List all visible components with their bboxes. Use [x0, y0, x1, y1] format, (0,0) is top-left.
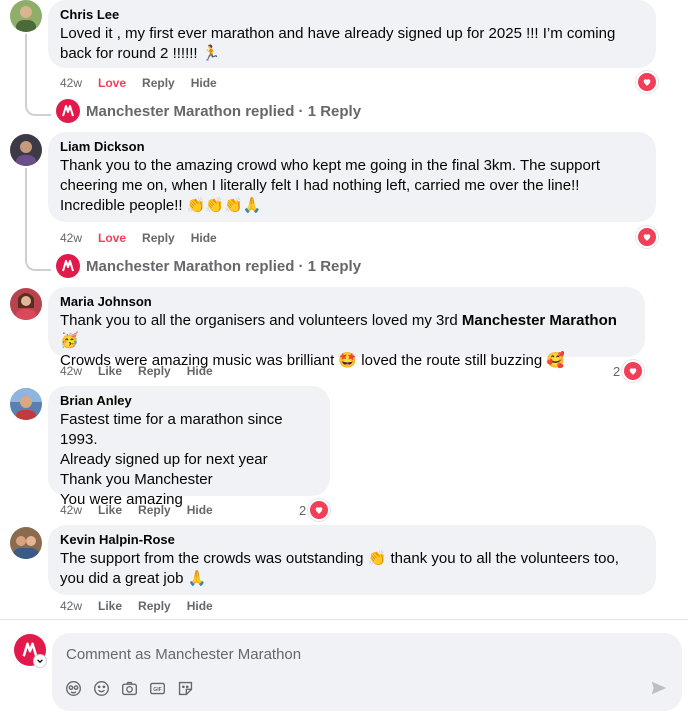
comment-line: Thank you to all the organisers and volu… — [60, 311, 633, 351]
thread-line — [25, 168, 27, 257]
comment-line: cheering me on, when I literally felt I … — [60, 177, 580, 194]
comment-time[interactable]: 42w — [60, 230, 82, 246]
replied-text: Manchester Marathon replied · 1 Reply — [86, 102, 362, 120]
comment-input[interactable] — [64, 643, 628, 665]
comment-author[interactable]: Liam Dickson — [60, 139, 644, 155]
comment-line: Fastest time for a marathon since 1993. — [60, 411, 283, 448]
hide-button[interactable]: Hide — [191, 230, 217, 246]
comment-actions: 42w Love Reply Hide — [60, 75, 217, 91]
avatar-chris-lee[interactable] — [10, 0, 42, 32]
comment-actions: 42w Like Reply Hide — [60, 502, 213, 518]
comment-actions: 42w Like Reply Hide — [60, 363, 213, 379]
reply-button[interactable]: Reply — [138, 363, 171, 379]
avatar-sticker-icon[interactable] — [64, 679, 82, 697]
avatar-kevin-halpin-rose[interactable] — [10, 527, 42, 559]
thread-line — [25, 34, 27, 102]
page-mention-link[interactable]: Manchester Marathon — [462, 312, 617, 329]
comment-bubble: Maria Johnson Thank you to all the organ… — [48, 287, 645, 369]
avatar-liam-dickson[interactable] — [10, 134, 42, 166]
composer-tools: GIF — [64, 679, 194, 697]
comment-actions: 42w Love Reply Hide — [60, 230, 217, 246]
reaction-summary[interactable] — [634, 71, 658, 93]
comment-bubble: Brian Anley Fastest time for a marathon … — [48, 386, 330, 508]
thread-connector — [25, 255, 51, 271]
comment-line: back for round 2 !!!!!! 🏃 — [60, 45, 221, 62]
reaction-count: 2 — [613, 363, 621, 379]
heart-icon — [636, 71, 658, 93]
reaction-summary[interactable] — [634, 226, 658, 248]
comment-author[interactable]: Brian Anley — [60, 393, 318, 409]
gif-icon[interactable]: GIF — [148, 679, 166, 697]
comment-line: Loved it , my first ever marathon and ha… — [60, 25, 616, 42]
comment-author[interactable]: Maria Johnson — [60, 294, 633, 310]
comment-actions: 42w Like Reply Hide — [60, 598, 213, 614]
sticker-icon[interactable] — [176, 679, 194, 697]
hide-button[interactable]: Hide — [187, 598, 213, 614]
hide-button[interactable]: Hide — [187, 363, 213, 379]
like-button[interactable]: Love — [98, 75, 126, 91]
comment-line: you did a great job 🙏 — [60, 570, 207, 587]
comment-line: Already signed up for next year — [60, 451, 268, 468]
reaction-summary[interactable]: 2 — [613, 360, 645, 382]
comment-line: Incredible people!! 👏👏👏🙏 — [60, 197, 262, 214]
svg-text:GIF: GIF — [153, 687, 162, 693]
comment-time[interactable]: 42w — [60, 598, 82, 614]
avatar-brian-anley[interactable] — [10, 388, 42, 420]
hide-button[interactable]: Hide — [187, 502, 213, 518]
page-reply-link[interactable]: Manchester Marathon replied · 1 Reply — [56, 99, 361, 123]
like-button[interactable]: Like — [98, 598, 122, 614]
comment-author[interactable]: Kevin Halpin-Rose — [60, 532, 644, 548]
manchester-marathon-logo — [56, 254, 80, 278]
emoji-icon[interactable] — [92, 679, 110, 697]
heart-icon — [308, 499, 331, 521]
comment-line: Thank you to the amazing crowd who kept … — [60, 157, 601, 174]
hide-button[interactable]: Hide — [191, 75, 217, 91]
send-icon[interactable] — [650, 679, 668, 697]
comment-text: Thank you to all the organisers and volu… — [60, 312, 462, 329]
like-button[interactable]: Like — [98, 363, 122, 379]
chevron-down-icon[interactable] — [34, 655, 46, 667]
heart-icon — [636, 226, 658, 248]
manchester-marathon-logo — [56, 99, 80, 123]
reply-button[interactable]: Reply — [142, 75, 175, 91]
like-button[interactable]: Like — [98, 502, 122, 518]
reaction-count: 2 — [299, 502, 307, 518]
comment-time[interactable]: 42w — [60, 502, 82, 518]
page-reply-link[interactable]: Manchester Marathon replied · 1 Reply — [56, 254, 361, 278]
comment-bubble: Liam Dickson Thank you to the amazing cr… — [48, 132, 656, 222]
comment-composer: GIF — [52, 633, 682, 711]
avatar-maria-johnson[interactable] — [10, 288, 42, 320]
comment-time[interactable]: 42w — [60, 363, 82, 379]
reply-button[interactable]: Reply — [142, 230, 175, 246]
comment-text: 🥳 — [60, 332, 79, 349]
reply-button[interactable]: Reply — [138, 598, 171, 614]
like-button[interactable]: Love — [98, 230, 126, 246]
reply-button[interactable]: Reply — [138, 502, 171, 518]
comment-bubble: Chris Lee Loved it , my first ever marat… — [48, 0, 656, 68]
replied-text: Manchester Marathon replied · 1 Reply — [86, 257, 362, 275]
reaction-summary[interactable]: 2 — [299, 499, 331, 521]
camera-icon[interactable] — [120, 679, 138, 697]
comment-bubble: Kevin Halpin-Rose The support from the c… — [48, 525, 656, 595]
comment-author[interactable]: Chris Lee — [60, 7, 644, 23]
comment-line: The support from the crowds was outstand… — [60, 550, 619, 567]
comment-line: Thank you Manchester — [60, 471, 213, 488]
heart-icon — [622, 360, 645, 382]
composer-divider — [0, 619, 688, 620]
thread-connector — [25, 100, 51, 116]
comment-time[interactable]: 42w — [60, 75, 82, 91]
